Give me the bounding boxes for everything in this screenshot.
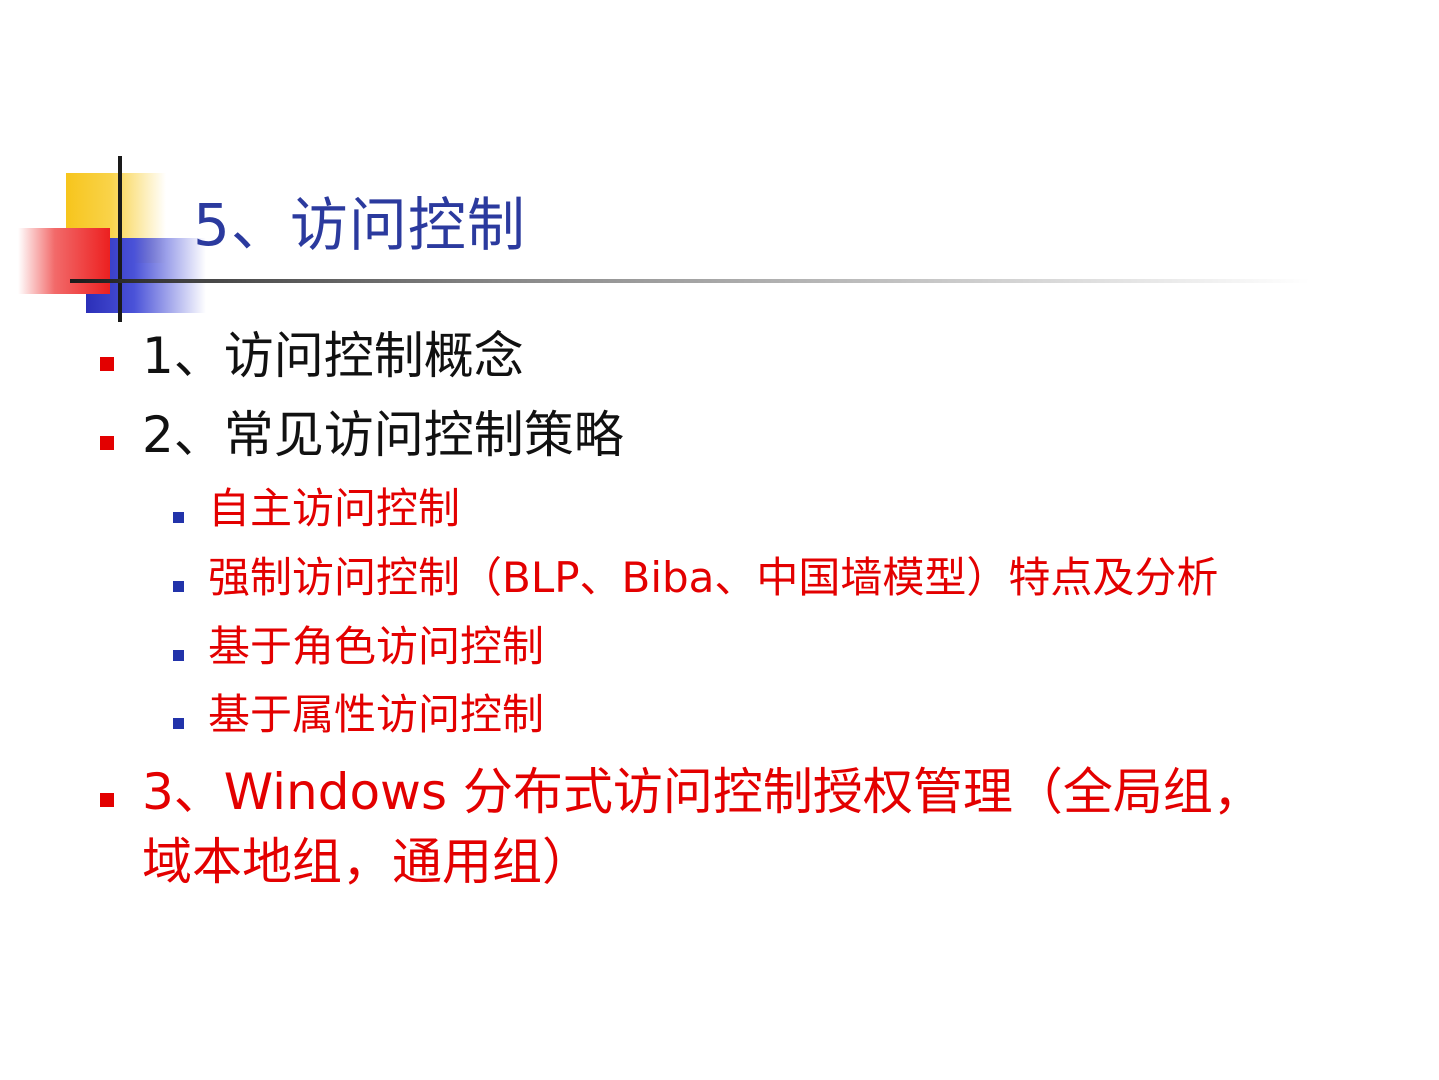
sub-list-item: 强制访问控制（BLP、Biba、中国墙模型）特点及分析 [208,553,1219,602]
sub-bullet-square-icon [173,718,184,729]
list-item-continuation: 域本地组，通用组） [142,833,592,891]
decor-red-square [18,228,110,294]
list-item: 3、Windows 分布式访问控制授权管理（全局组， [142,763,1263,821]
bullet-square-icon [100,436,114,450]
sub-bullet-square-icon [173,512,184,523]
list-item: 2、常见访问控制策略 [142,406,624,464]
decor-vertical-line [118,156,122,322]
sub-list-item: 自主访问控制 [208,484,461,533]
bullet-square-icon [100,793,114,807]
title-underline [70,279,1310,283]
sub-list-item: 基于角色访问控制 [208,622,545,671]
sub-bullet-square-icon [173,650,184,661]
slide: 5、访问控制 1、访问控制概念 2、常见访问控制策略 自主访问控制 强制访问控制… [0,0,1439,1080]
sub-list-item: 基于属性访问控制 [208,690,545,739]
sub-bullet-square-icon [173,581,184,592]
slide-title: 5、访问控制 [193,191,526,259]
bullet-square-icon [100,357,114,371]
list-item: 1、访问控制概念 [142,327,524,385]
